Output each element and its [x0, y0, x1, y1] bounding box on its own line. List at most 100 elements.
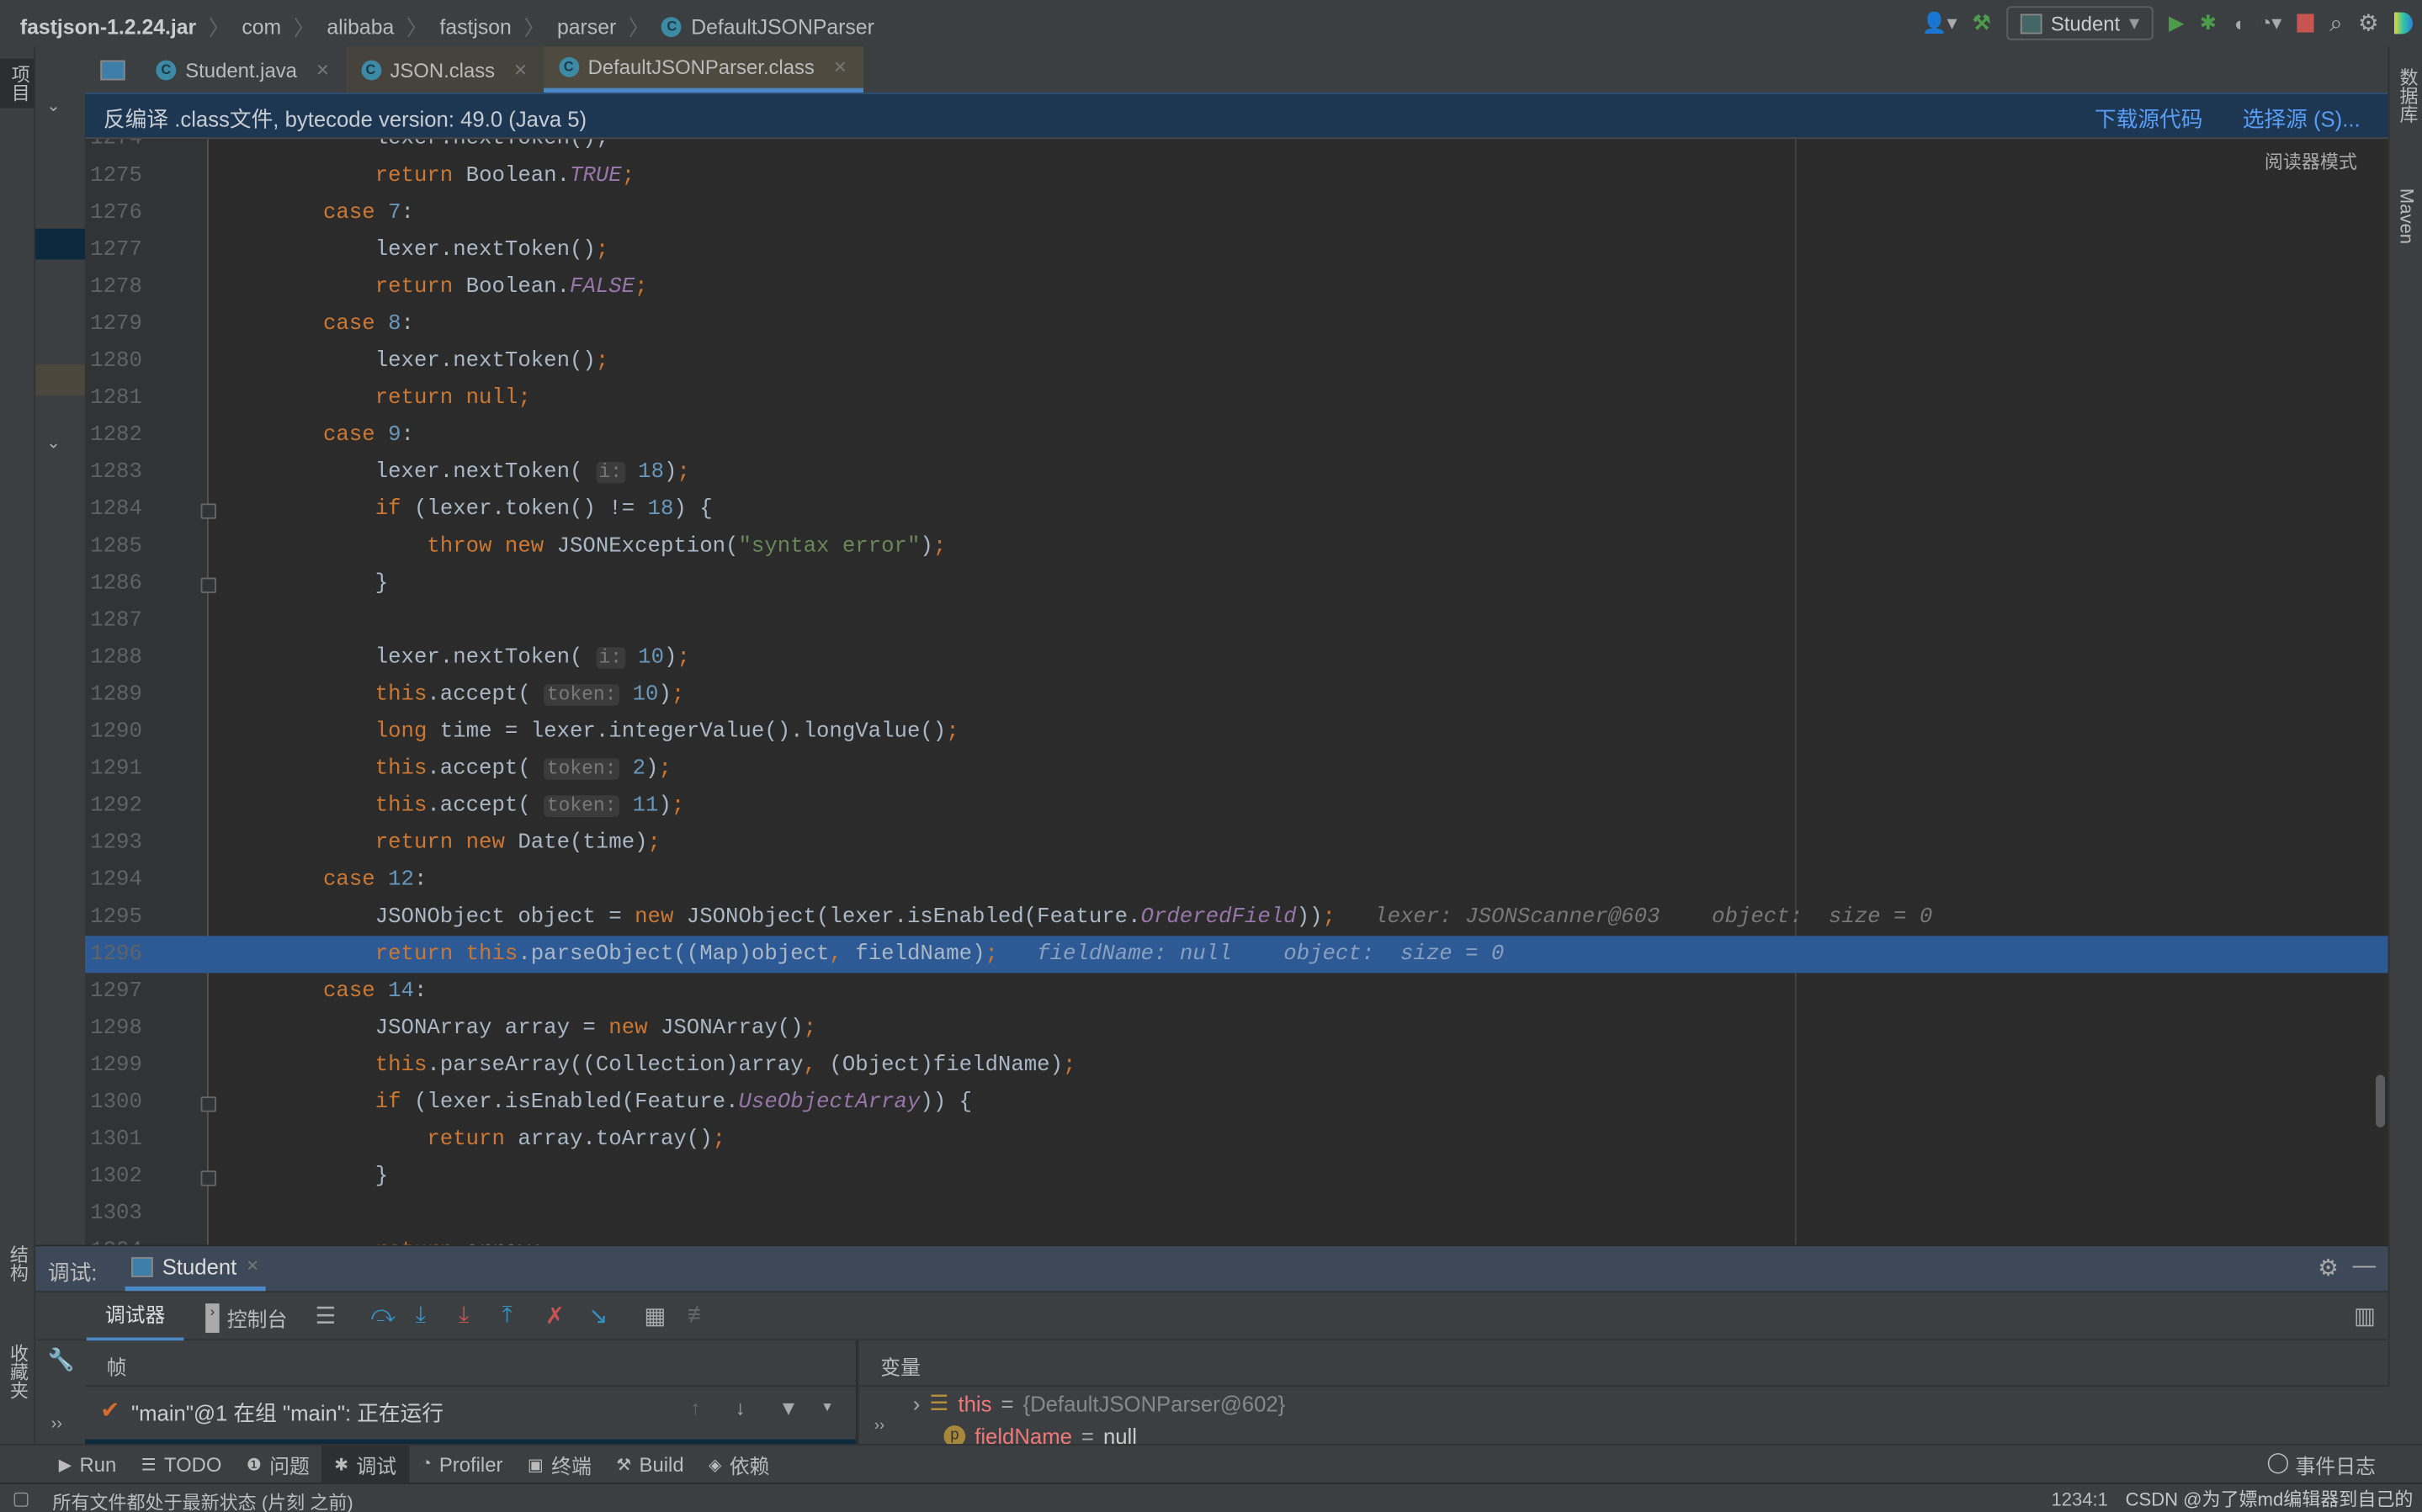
line-number[interactable]: 1303	[85, 1196, 142, 1233]
step-over-icon[interactable]: ⤼	[371, 1302, 396, 1328]
code-line[interactable]: 1284 if (lexer.token() != 18) {	[85, 491, 2388, 528]
code-line[interactable]: 1302 }	[85, 1159, 2388, 1196]
step-into-icon[interactable]: ⤓	[416, 1302, 426, 1328]
code-line[interactable]: 1290 long time = lexer.integerValue().lo…	[85, 714, 2388, 751]
toolbox-icon[interactable]	[2394, 12, 2414, 34]
tab-defaultjsonparser-class[interactable]: C DefaultJSONParser.class ✕	[543, 46, 863, 93]
code-line[interactable]: 1283 lexer.nextToken( i: 18);	[85, 454, 2388, 491]
code-line[interactable]: 1278 return Boolean.FALSE;	[85, 268, 2388, 305]
choose-sources-link[interactable]: 选择源 (S)...	[2243, 103, 2361, 135]
variable-row[interactable]: p fieldName = null	[943, 1424, 1137, 1445]
variable-row[interactable]: › ☰ this = {DefaultJSONParser@602}	[913, 1390, 1285, 1416]
breadcrumb-jar[interactable]: fastjson-1.2.24.jar	[20, 14, 196, 38]
tab-switcher[interactable]	[85, 46, 141, 93]
line-number[interactable]: 1302	[85, 1159, 142, 1196]
layout-icon[interactable]: ▥	[2354, 1302, 2376, 1329]
tab-json-class[interactable]: C JSON.class ✕	[345, 46, 544, 93]
tool-maven[interactable]: Maven	[2396, 188, 2418, 244]
close-icon[interactable]: ✕	[316, 60, 330, 80]
tool-window-run[interactable]: ▶ Run	[46, 1446, 129, 1483]
line-number[interactable]: 1283	[85, 454, 142, 491]
force-step-into-icon[interactable]: ⤓	[459, 1302, 469, 1328]
line-number[interactable]: 1274	[85, 139, 142, 157]
code-line[interactable]: 1294 case 12:	[85, 862, 2388, 899]
gear-icon[interactable]: ⚙	[2358, 9, 2379, 37]
line-number[interactable]: 1301	[85, 1122, 142, 1159]
download-sources-link[interactable]: 下载源代码	[2095, 103, 2202, 135]
debug-icon[interactable]: ✱	[2200, 11, 2217, 35]
line-number[interactable]: 1281	[85, 380, 142, 417]
line-number[interactable]: 1291	[85, 751, 142, 788]
dropdown-icon[interactable]: ▾	[823, 1399, 831, 1416]
line-number[interactable]: 1294	[85, 862, 142, 899]
code-line[interactable]: 1280 lexer.nextToken();	[85, 342, 2388, 379]
line-number[interactable]: 1287	[85, 602, 142, 639]
scrollbar-thumb[interactable]	[2375, 1074, 2386, 1127]
tab-console[interactable]: › 控制台	[205, 1303, 287, 1334]
tool-window-build[interactable]: ⚒ Build	[604, 1446, 697, 1483]
close-icon[interactable]: ✕	[246, 1258, 258, 1275]
coverage-icon[interactable]: ◖	[2232, 12, 2244, 35]
project-panel-collapsed[interactable]: ⌄ ⌄	[35, 46, 85, 1245]
debug-session-tab[interactable]: Student ✕	[125, 1246, 266, 1292]
run-config-select[interactable]: Student ▾	[2005, 6, 2154, 40]
tool-window-terminal[interactable]: ▣ 终端	[515, 1446, 603, 1483]
fold-marker-icon[interactable]	[200, 577, 216, 593]
code-line[interactable]: 1293 return new Date(time);	[85, 825, 2388, 862]
line-number[interactable]: 1285	[85, 528, 142, 565]
code-editor[interactable]: 1274 lexer.nextToken();1275 return Boole…	[84, 139, 2388, 1245]
tool-window-debug[interactable]: ✱ 调试	[321, 1446, 409, 1483]
code-line[interactable]: 1275 return Boolean.TRUE;	[85, 157, 2388, 194]
line-number[interactable]: 1295	[85, 899, 142, 936]
code-line[interactable]: 1286 }	[85, 565, 2388, 602]
code-line[interactable]: 1298 JSONArray array = new JSONArray();	[85, 1010, 2388, 1047]
code-line[interactable]: 1282 case 9:	[85, 417, 2388, 454]
filter-icon[interactable]: ▼	[778, 1396, 799, 1419]
tool-project[interactable]: 项目	[0, 58, 35, 109]
line-number[interactable]: 1293	[85, 825, 142, 862]
code-line[interactable]: 1287	[85, 602, 2388, 639]
chevron-down-icon[interactable]: ⌄	[46, 96, 61, 116]
more-icon[interactable]: ››	[874, 1418, 884, 1435]
code-line[interactable]: 1296 return this.parseObject((Map)object…	[84, 936, 2388, 974]
build-hammer-icon[interactable]: ⚒	[1973, 11, 1990, 35]
arrow-up-icon[interactable]: ↑	[690, 1396, 700, 1419]
code-line[interactable]: 1301 return array.toArray();	[85, 1122, 2388, 1159]
tool-favorites[interactable]: 收藏夹	[6, 1344, 32, 1399]
run-icon[interactable]: ▶	[2169, 11, 2184, 35]
code-line[interactable]: 1299 this.parseArray((Collection)array, …	[85, 1047, 2388, 1084]
line-number[interactable]: 1280	[85, 342, 142, 379]
line-number[interactable]: 1292	[85, 788, 142, 825]
tool-window-todo[interactable]: ☰ TODO	[129, 1446, 234, 1483]
breadcrumb-alibaba[interactable]: alibaba	[327, 14, 394, 38]
tool-window-problems[interactable]: ❶ 问题	[234, 1446, 321, 1483]
wrench-icon[interactable]: 🔧	[48, 1347, 75, 1373]
line-number[interactable]: 1298	[85, 1010, 142, 1047]
code-line[interactable]: 1277 lexer.nextToken();	[85, 231, 2388, 268]
line-number[interactable]: 1284	[85, 491, 142, 528]
fold-marker-icon[interactable]	[200, 503, 216, 519]
tab-student-java[interactable]: C Student.java ✕	[141, 46, 345, 93]
show-frames-icon[interactable]: ☰	[315, 1302, 336, 1329]
code-line[interactable]: 1300 if (lexer.isEnabled(Feature.UseObje…	[85, 1085, 2388, 1122]
line-number[interactable]: 1286	[85, 565, 142, 602]
tab-debugger[interactable]: 调试器	[86, 1292, 184, 1343]
user-icon[interactable]: 👤▾	[1922, 11, 1957, 35]
code-line[interactable]: 1276 case 7:	[85, 194, 2388, 231]
line-number[interactable]: 1297	[85, 973, 142, 1010]
line-number[interactable]: 1299	[85, 1047, 142, 1084]
line-number[interactable]: 1290	[85, 714, 142, 751]
line-number[interactable]: 1288	[85, 639, 142, 676]
line-number[interactable]: 1289	[85, 676, 142, 714]
trace-icon[interactable]: ≢	[688, 1302, 711, 1328]
line-number[interactable]: 1277	[85, 231, 142, 268]
code-line[interactable]: 1297 case 14:	[85, 973, 2388, 1010]
line-number[interactable]: 1304	[85, 1233, 142, 1244]
code-line[interactable]: 1279 case 8:	[85, 305, 2388, 342]
status-toggle-icon[interactable]: ▢	[13, 1488, 30, 1509]
breadcrumb-parser[interactable]: parser	[557, 14, 616, 38]
tool-database[interactable]: 数据库	[2396, 68, 2422, 124]
line-number[interactable]: 1275	[85, 157, 142, 194]
code-line[interactable]: 1285 throw new JSONException("syntax err…	[85, 528, 2388, 565]
fold-marker-icon[interactable]	[200, 1096, 216, 1112]
